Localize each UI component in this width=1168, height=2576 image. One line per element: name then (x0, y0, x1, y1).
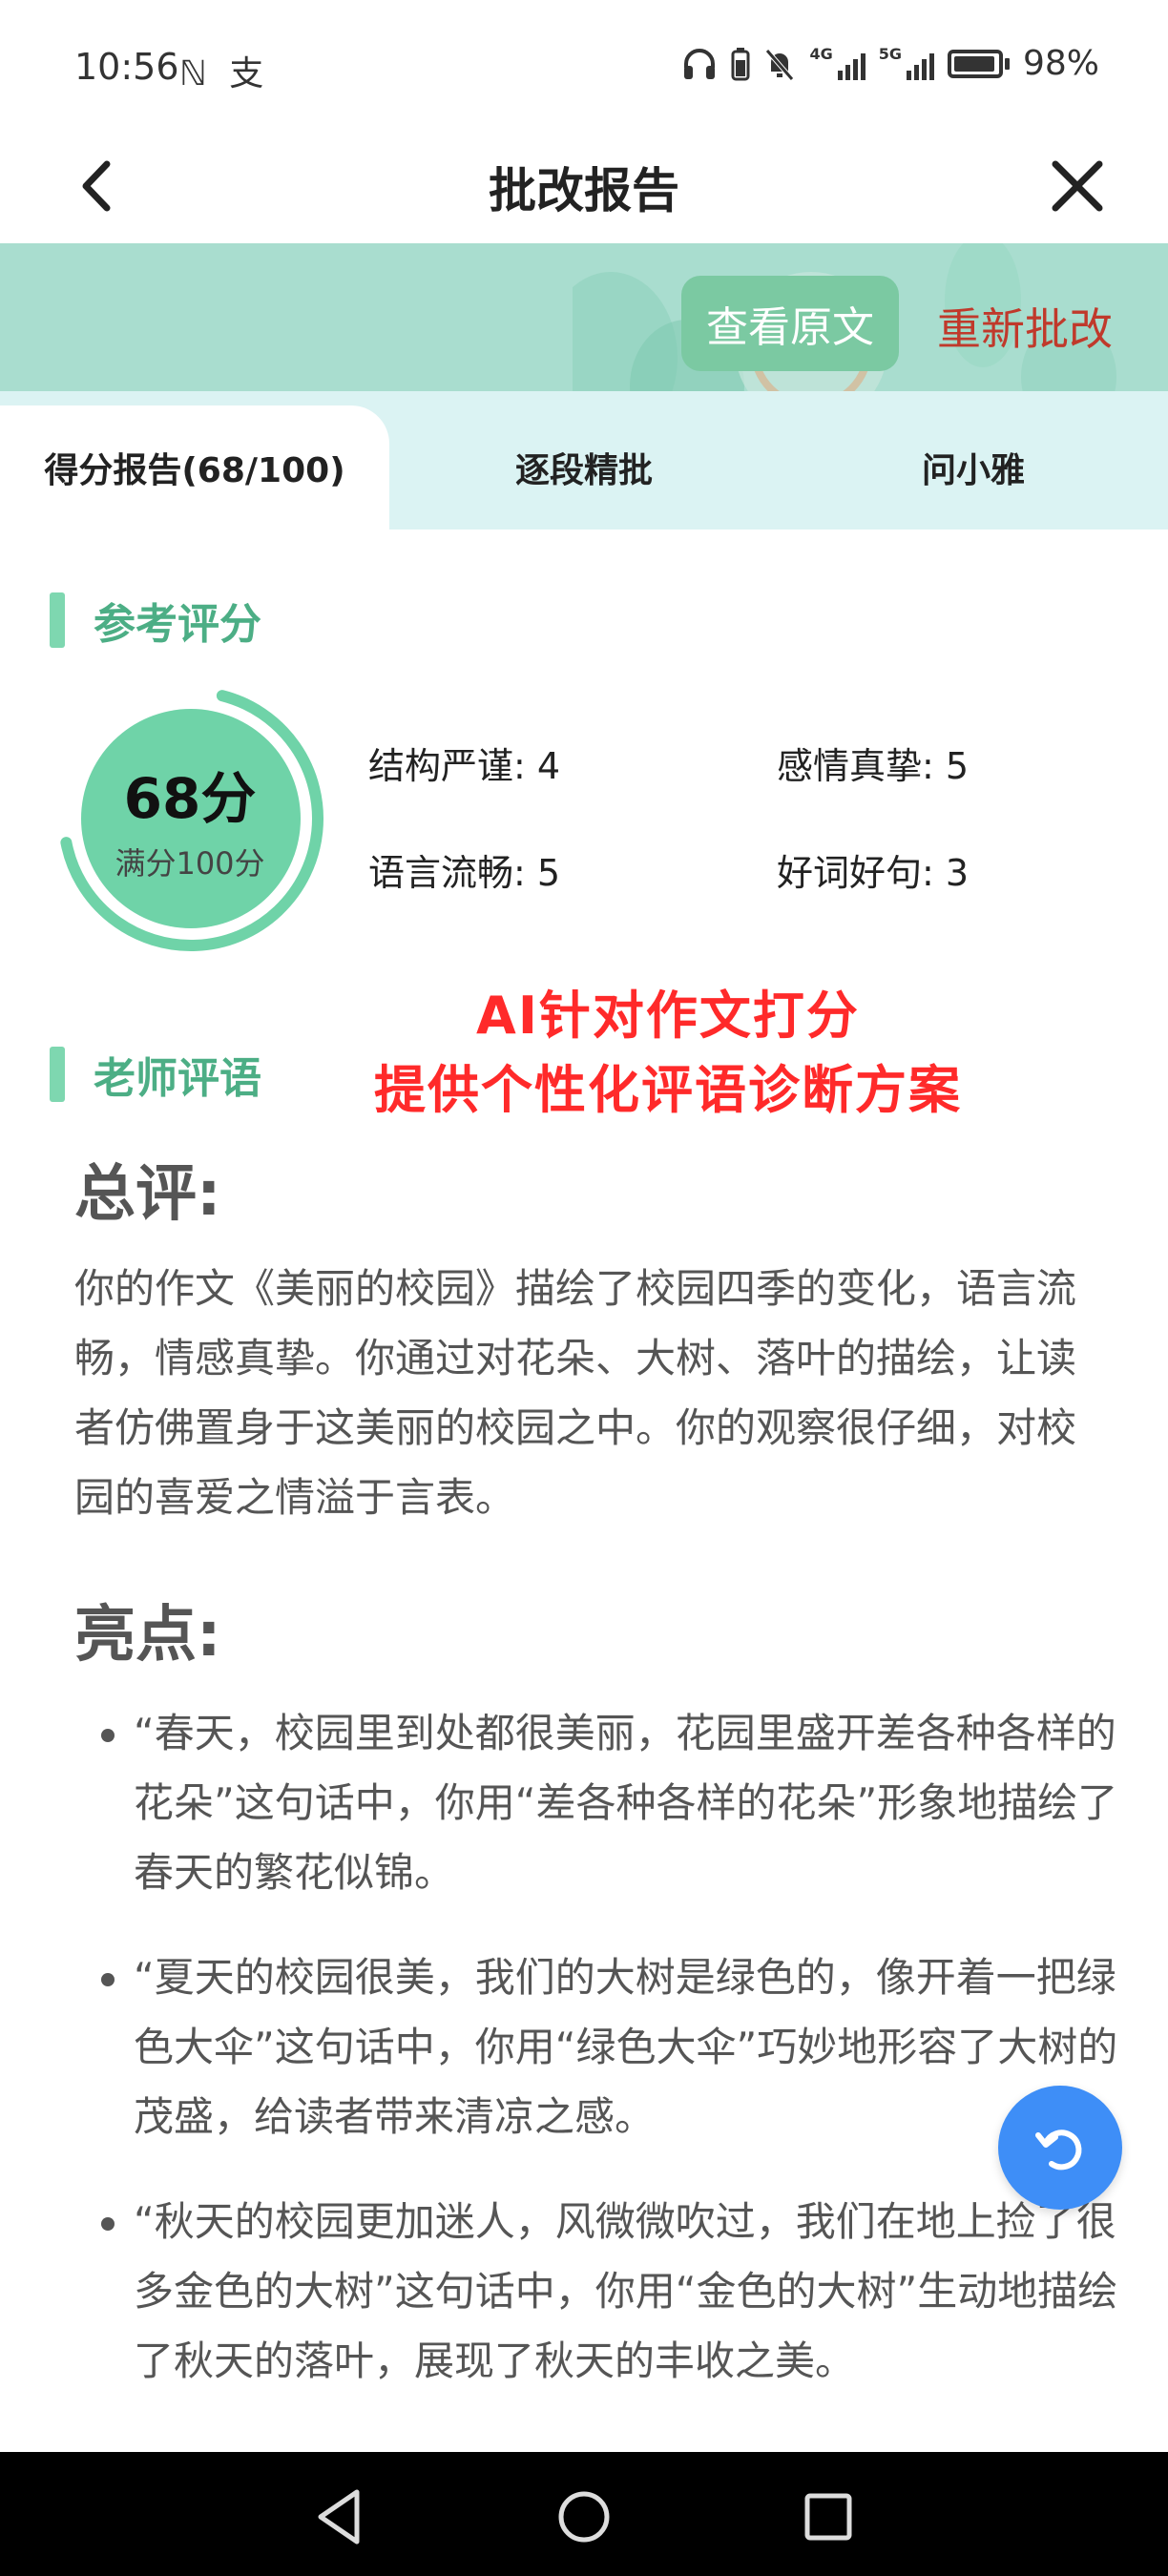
close-button[interactable] (1034, 143, 1120, 229)
close-icon (1052, 160, 1103, 212)
highlight-item: “夏天的校园很美，我们的大树是绿色的，像开着一把绿色大伞”这句话中，你用“绿色大… (134, 1954, 1118, 2140)
notification-icons: ℕ 支 (179, 54, 270, 93)
triangle-back-icon (318, 2489, 360, 2545)
nav-bar: 批改报告 (0, 134, 1168, 243)
mute-bell-icon (765, 48, 795, 81)
score-section-header: 参考评分 (50, 590, 261, 651)
tab-ask-xiaoya[interactable]: 问小雅 (779, 405, 1168, 530)
status-indicators: 4G 5G 98% (681, 44, 1099, 83)
comment-section-title: 老师评语 (94, 1054, 261, 1103)
square-recents-icon (804, 2493, 852, 2541)
tab-score-report[interactable]: 得分报告(68/100) (0, 405, 389, 530)
highlights-heading: 亮点: (74, 1600, 221, 1671)
metric-good-phrases: 好词好句: 3 (777, 852, 970, 894)
summary-text: 你的作文《美丽的校园》描绘了校园四季的变化，语言流畅，情感真挚。你通过对花朵、大… (74, 1265, 1077, 1521)
score-total: 满分100分 (115, 845, 265, 882)
metric-fluency: 语言流畅: 5 (368, 852, 561, 894)
page-title: 批改报告 (489, 163, 679, 218)
comment-section-header: 老师评语 (50, 1044, 261, 1105)
battery-percent: 98% (1022, 44, 1099, 83)
bullet-dot (101, 1973, 115, 1986)
network-label-1: 4G (809, 44, 833, 63)
highlight-item: “秋天的校园更加迷人，风微微吹过，我们在地上捡了很多金色的大树”这句话中，你用“… (134, 2198, 1118, 2384)
bullet-dot (101, 2217, 115, 2231)
battery-icon (947, 49, 1010, 78)
system-home-button[interactable] (548, 2481, 620, 2553)
system-recents-button[interactable] (792, 2481, 865, 2553)
section-accent-bar (50, 1047, 65, 1102)
status-time: 10:56 (74, 46, 179, 88)
signal-5g-icon: 5G (878, 44, 934, 80)
tab-bar: 得分报告(68/100) 逐段精批 问小雅 (0, 391, 1168, 530)
system-nav-bar (0, 2452, 1168, 2576)
circle-home-icon (558, 2491, 610, 2543)
regrade-button[interactable]: 重新批改 (937, 295, 1113, 358)
summary-heading: 总评: (74, 1159, 221, 1230)
section-accent-bar (50, 592, 65, 648)
highlight-item: “春天，校园里到处都很美丽，花园里盛开差各种各样的花朵”这句话中，你用“差各种各… (134, 1710, 1118, 1896)
undo-arrow-icon (1035, 2129, 1082, 2171)
promo-line-1: AI针对作文打分 (476, 986, 860, 1046)
score-value: 68分 (123, 766, 257, 831)
tab-paragraph-review[interactable]: 逐段精批 (389, 405, 779, 530)
promo-line-2: 提供个性化评语诊断方案 (374, 1060, 962, 1120)
network-label-2: 5G (878, 44, 902, 63)
undo-button[interactable] (998, 2086, 1122, 2210)
status-bar: 10:56 ℕ 支 4G 5G 98% (0, 0, 1168, 134)
headphones-icon (684, 48, 716, 79)
bullet-dot (101, 1729, 115, 1742)
signal-4g-icon: 4G (809, 44, 866, 80)
header-banner: 查看原文 重新批改 (0, 243, 1168, 405)
metric-structure: 结构严谨: 4 (368, 745, 561, 787)
score-section-title: 参考评分 (94, 600, 261, 649)
battery-small-icon (731, 47, 750, 80)
metric-emotion: 感情真挚: 5 (777, 745, 970, 787)
system-back-button[interactable] (303, 2481, 376, 2553)
view-original-button[interactable]: 查看原文 (681, 276, 899, 371)
